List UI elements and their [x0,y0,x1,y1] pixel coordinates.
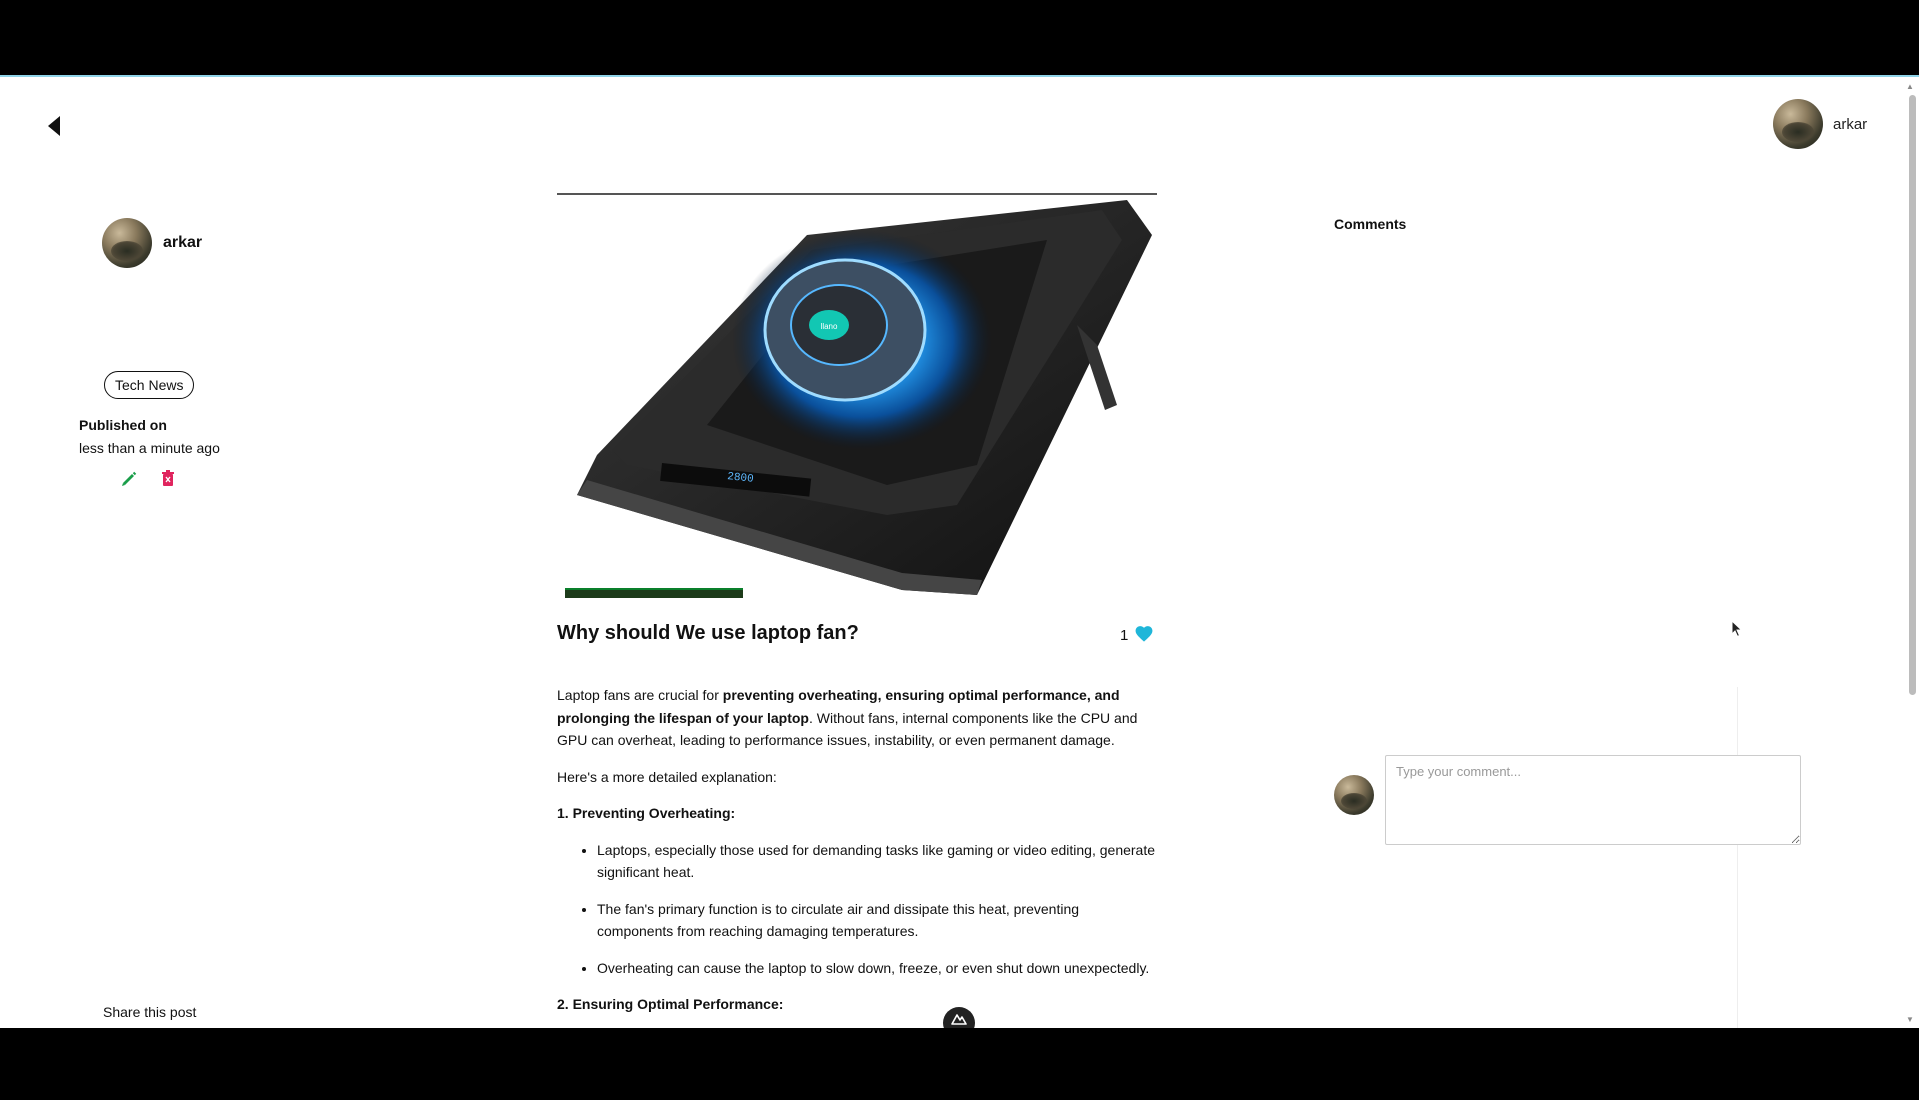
pencil-icon[interactable] [120,470,138,488]
list-item: The fan's primary function is to circula… [597,898,1157,943]
scrollbar-thumb[interactable] [1909,95,1916,695]
section-heading: 2. Ensuring Optimal Performance: [557,996,784,1012]
comment-input[interactable] [1385,755,1801,845]
post-hero-image: llano 2800 [557,195,1157,595]
post-content: Laptop fans are crucial for preventing o… [557,684,1157,1030]
published-label: Published on [79,417,167,433]
heart-icon [1134,624,1154,646]
author-avatar [102,218,152,268]
scroll-up-arrow-icon[interactable]: ▲ [1906,82,1914,91]
section-heading: 1. Preventing Overheating: [557,805,736,821]
column-divider [1737,687,1738,1030]
user-menu[interactable]: arkar [1773,99,1867,149]
published-time: less than a minute ago [79,440,220,456]
comments-title: Comments [1334,216,1407,232]
browser-top-bar [0,0,1919,75]
browser-bottom-bar [0,1028,1919,1100]
user-avatar [1773,99,1823,149]
trash-icon[interactable] [161,470,177,488]
post-title: Why should We use laptop fan? [557,622,859,644]
image-caption-strip [565,588,743,598]
page-viewport: arkar arkar Tech News Published on less … [0,75,1919,1030]
author-name: arkar [163,234,203,251]
list-item: Laptops, especially those used for deman… [597,839,1157,884]
back-arrow-icon[interactable] [47,115,67,139]
header-username: arkar [1833,115,1868,133]
like-button[interactable]: 1 [1120,624,1154,646]
commenter-avatar [1334,775,1374,815]
author-info: arkar [102,218,202,268]
scroll-down-arrow-icon[interactable]: ▼ [1906,1015,1914,1024]
mouse-cursor-icon [1731,619,1743,643]
share-label: Share this post [103,1004,197,1020]
list-item: Overheating can cause the laptop to slow… [597,957,1157,980]
comment-composer [1334,755,1801,845]
intro-paragraph: Laptop fans are crucial for preventing o… [557,687,1138,748]
hero-logo-text: llano [821,322,838,331]
section1-list: Laptops, especially those used for deman… [557,839,1157,980]
like-count: 1 [1120,626,1129,644]
category-tag[interactable]: Tech News [104,371,195,399]
detail-intro: Here's a more detailed explanation: [557,768,777,785]
